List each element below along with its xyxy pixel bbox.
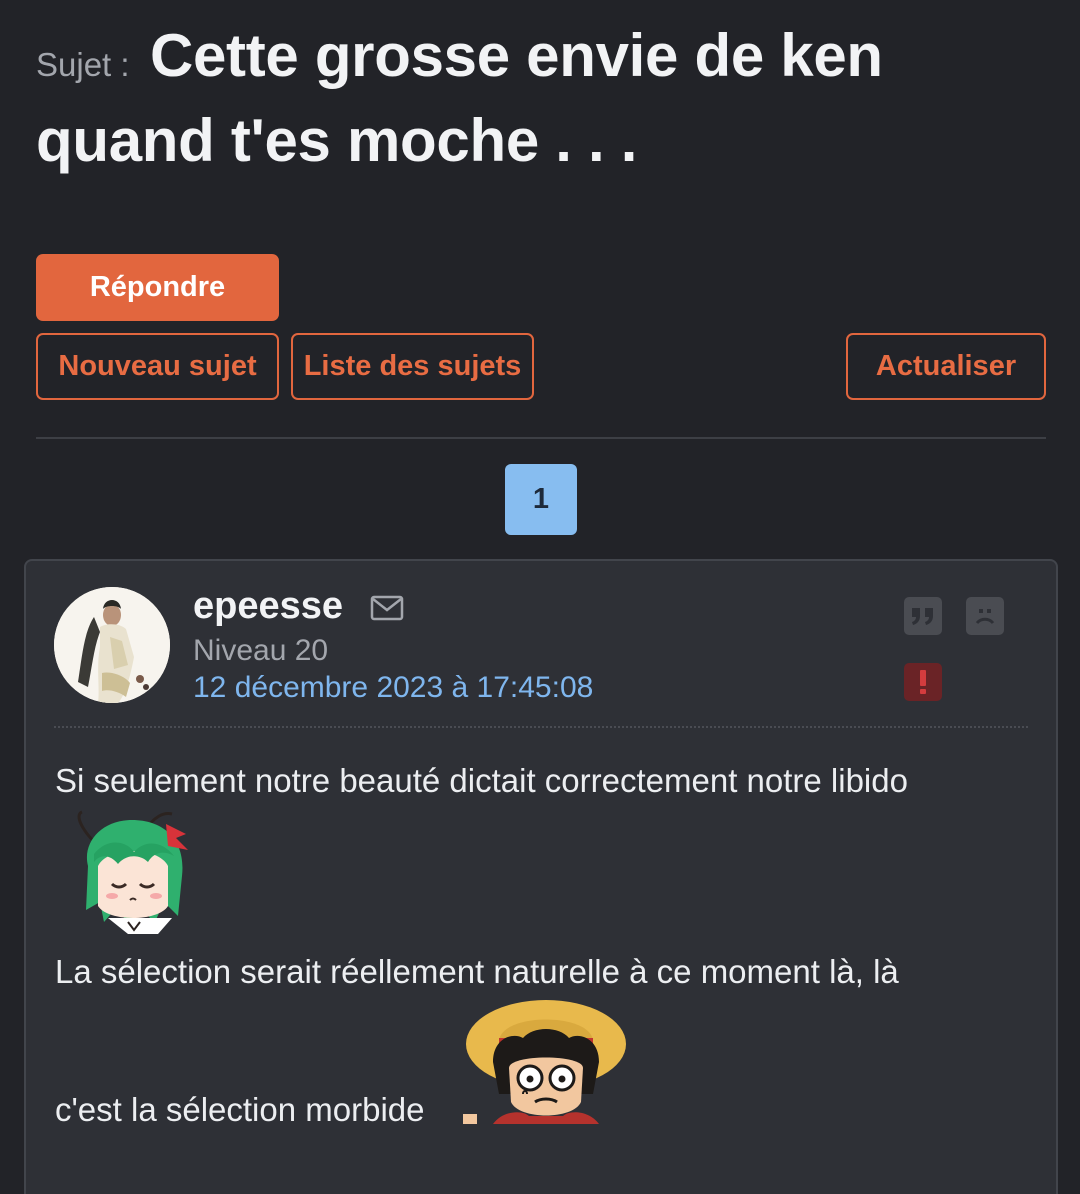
topic-prefix: Sujet : bbox=[36, 46, 130, 83]
luffy-sticker bbox=[463, 998, 629, 1124]
reply-button[interactable]: Répondre bbox=[36, 254, 279, 321]
green-haired-anime-sticker bbox=[68, 806, 198, 934]
sad-face-icon[interactable] bbox=[966, 597, 1004, 635]
topic-title-text: Cette grosse envie de ken quand t'es moc… bbox=[36, 22, 883, 174]
post-date-link[interactable]: 12 décembre 2023 à 17:45:08 bbox=[193, 671, 593, 705]
post-text-line: Si seulement notre beauté dictait correc… bbox=[55, 762, 908, 799]
author-name[interactable]: epeesse bbox=[193, 585, 343, 628]
mail-icon[interactable] bbox=[370, 594, 404, 622]
divider bbox=[36, 437, 1046, 439]
topic-list-button[interactable]: Liste des sujets bbox=[291, 333, 534, 400]
page-title: Sujet : Cette grosse envie de ken quand … bbox=[36, 18, 1046, 179]
quote-icon[interactable] bbox=[904, 597, 942, 635]
post-text-line: La sélection serait réellement naturelle… bbox=[55, 953, 899, 990]
topic-page: Sujet : Cette grosse envie de ken quand … bbox=[0, 0, 1080, 1194]
avatar[interactable] bbox=[54, 587, 170, 703]
refresh-button[interactable]: Actualiser bbox=[846, 333, 1046, 400]
new-topic-button[interactable]: Nouveau sujet bbox=[36, 333, 279, 400]
exclamation-icon[interactable] bbox=[904, 663, 942, 701]
author-level: Niveau 20 bbox=[193, 634, 329, 667]
post-header-separator bbox=[54, 726, 1028, 728]
post-text-line: c'est la sélection morbide bbox=[55, 1091, 425, 1128]
page-1-button[interactable]: 1 bbox=[505, 464, 577, 535]
